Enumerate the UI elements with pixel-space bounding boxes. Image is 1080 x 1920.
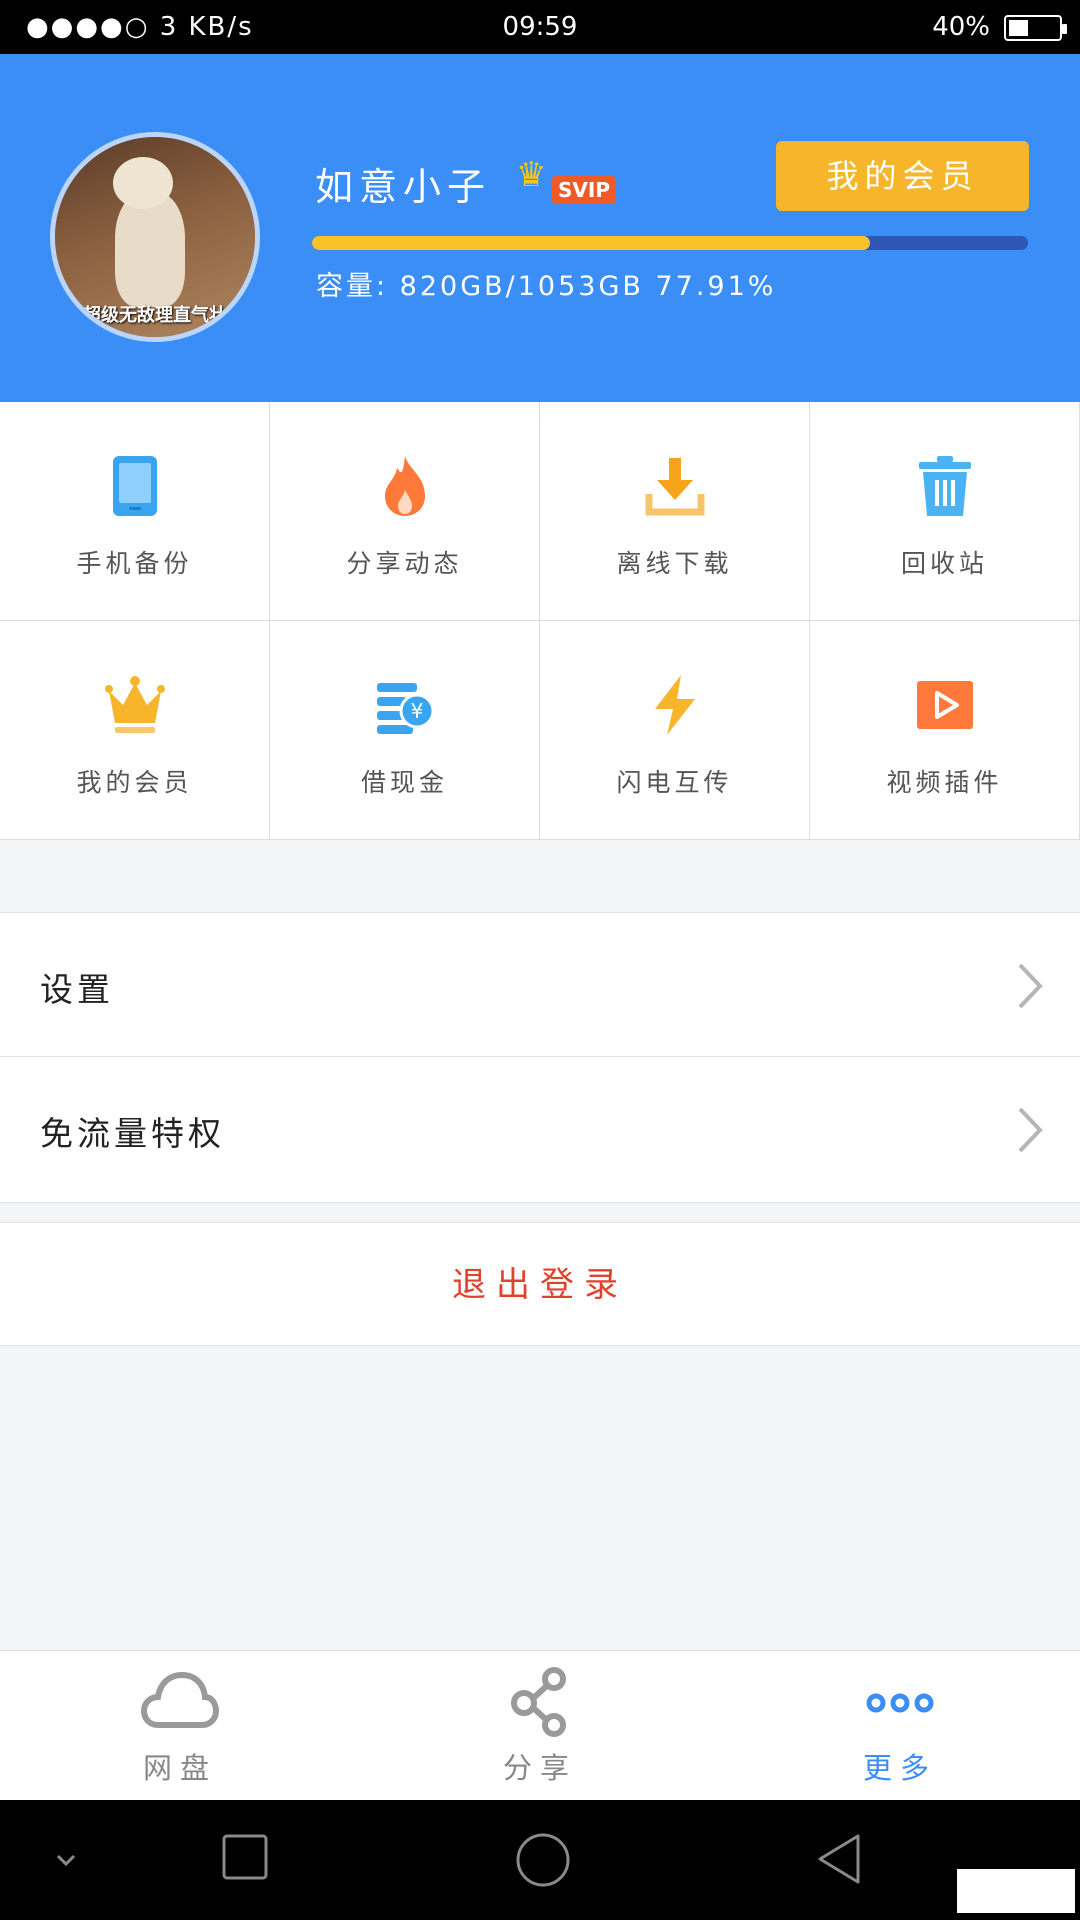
capacity-text: 容量: 820GB/1053GB 77.91% [316, 271, 777, 302]
system-nav-bar [0, 1800, 1080, 1920]
flame-icon [385, 456, 425, 516]
storage-progress [312, 236, 1028, 250]
settings-row[interactable]: 设置 [0, 912, 1080, 1057]
status-bar: ●●●●○ 3 KB/s 09:59 40% [0, 0, 1080, 54]
chevron-right-icon [1018, 963, 1043, 1009]
grid-item-recycle-bin[interactable]: 回收站 [810, 402, 1080, 621]
profile-header: 超级无敌理直气壮 如意小子 ♛ SVIP 我的会员 容量: 820GB/1053… [0, 54, 1080, 402]
grid-item-my-membership[interactable]: 我的会员 [0, 621, 270, 840]
grid-item-flash-transfer[interactable]: 闪电互传 [540, 621, 810, 840]
grid-item-offline-download[interactable]: 离线下载 [540, 402, 810, 621]
phone-icon [113, 456, 157, 516]
share-icon [511, 1667, 566, 1737]
more-dots-icon [866, 1693, 934, 1713]
grid-item-phone-backup[interactable]: 手机备份 [0, 402, 270, 621]
crown-icon: ♛ [516, 155, 547, 195]
cash-icon: ¥ [377, 683, 435, 734]
download-icon [645, 458, 705, 516]
lightning-icon [655, 675, 695, 735]
grid-label: 离线下载 [616, 549, 733, 578]
username: 如意小子 [315, 165, 492, 209]
settings-label: 设置 [40, 970, 114, 1009]
trash-icon [919, 456, 971, 516]
svip-badge: ♛ SVIP [516, 158, 616, 204]
tab-more[interactable]: 更多 [720, 1651, 1080, 1801]
logout-button[interactable]: 退出登录 [0, 1222, 1080, 1346]
recent-apps-icon[interactable] [222, 1834, 268, 1880]
home-icon[interactable] [515, 1832, 571, 1888]
back-icon[interactable] [814, 1832, 864, 1886]
free-traffic-row[interactable]: 免流量特权 [0, 1057, 1080, 1203]
crown-icon [105, 676, 165, 733]
battery-percent: 40% [932, 12, 990, 42]
avatar-caption: 超级无敌理直气壮 [83, 305, 227, 326]
svg-text:¥: ¥ [411, 699, 424, 723]
chevron-down-icon[interactable] [52, 1850, 80, 1870]
chevron-right-icon [1018, 1107, 1043, 1153]
grid-label: 手机备份 [76, 549, 193, 578]
feature-grid: 手机备份 分享动态 离线下载 回收站 我的会员 ¥ 借现金 闪电互传 视频插件 [0, 402, 1080, 840]
grid-label: 分享动态 [346, 549, 463, 578]
grid-label: 视频插件 [886, 768, 1003, 797]
grid-item-borrow-cash[interactable]: ¥ 借现金 [270, 621, 540, 840]
my-membership-button[interactable]: 我的会员 [776, 141, 1029, 211]
clock: 09:59 [502, 12, 578, 42]
tab-label: 网盘 [142, 1751, 217, 1785]
tab-label: 更多 [862, 1751, 937, 1785]
grid-label: 我的会员 [76, 768, 193, 797]
tab-label: 分享 [502, 1751, 577, 1785]
grid-item-share-feed[interactable]: 分享动态 [270, 402, 540, 621]
free-traffic-label: 免流量特权 [40, 1114, 225, 1153]
grid-item-video-plugin[interactable]: 视频插件 [810, 621, 1080, 840]
overlay-box [957, 1869, 1075, 1913]
grid-label: 回收站 [900, 549, 988, 578]
grid-label: 闪电互传 [616, 768, 733, 797]
tab-cloud-drive[interactable]: 网盘 [0, 1651, 360, 1801]
cloud-icon [140, 1671, 220, 1728]
avatar[interactable]: 超级无敌理直气壮 [50, 132, 260, 342]
grid-label: 借现金 [360, 768, 448, 797]
svip-label: SVIP [552, 176, 616, 204]
video-play-icon [917, 681, 973, 729]
tab-share[interactable]: 分享 [360, 1651, 720, 1801]
bottom-tab-bar: 网盘 分享 更多 [0, 1650, 1080, 1800]
battery-icon [1004, 15, 1067, 41]
